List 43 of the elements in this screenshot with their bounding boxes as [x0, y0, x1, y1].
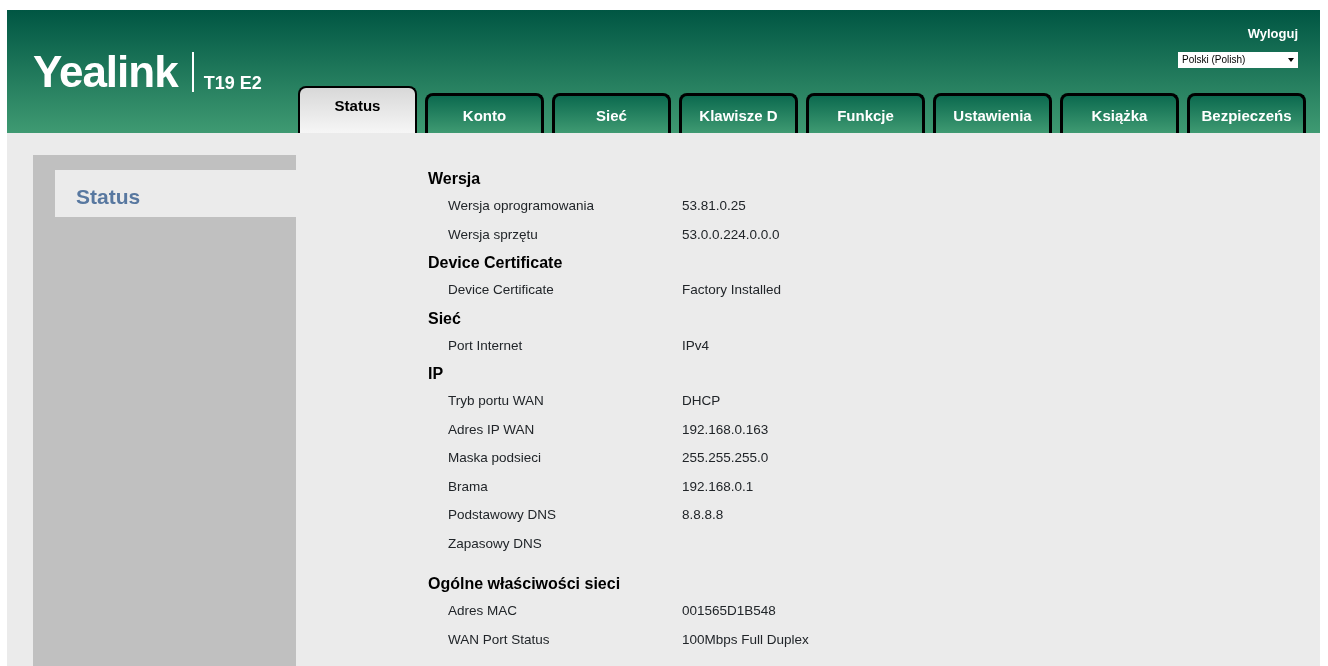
section-heading: IP	[428, 364, 445, 384]
field-value: DHCP	[682, 392, 721, 411]
nav-tab[interactable]: Funkcje	[806, 93, 925, 133]
field-label: WAN Port Status	[448, 630, 551, 649]
field-value: 53.0.0.224.0.0.0	[682, 225, 780, 244]
field-label: Adres MAC	[448, 602, 519, 621]
logo-divider	[191, 52, 194, 92]
field-value: 53.81.0.25	[682, 197, 746, 216]
language-select[interactable]: Polski (Polish)	[1178, 51, 1298, 68]
field-value: 8.8.8.8	[682, 506, 724, 525]
field-value: 100Mbps Full Duplex	[682, 630, 809, 649]
section-heading: Sieć	[428, 308, 462, 329]
field-label: Device Certificate	[448, 281, 555, 300]
nav-tab[interactable]: Konto	[425, 93, 544, 133]
section-heading: Device Certificate	[428, 253, 564, 273]
nav-tab[interactable]: Bezpieczeńs	[1187, 93, 1306, 133]
field-label: Tryb portu WAN	[448, 392, 545, 411]
field-value: 192.168.0.163	[682, 420, 769, 439]
field-label: Wersja oprogramowania	[448, 197, 596, 216]
field-label: Maska podsieci	[448, 449, 543, 468]
sidebar-item[interactable]: Status	[55, 170, 296, 217]
field-label: Adres IP WAN	[448, 420, 536, 439]
field-value: 192.168.0.1	[682, 477, 754, 496]
field-value: IPv4	[682, 336, 709, 355]
logo: Yealink	[33, 50, 178, 94]
model-name: T19 E2	[203, 72, 262, 92]
field-value: 001565D1B548	[682, 602, 776, 621]
field-value: 255.255.255.0	[682, 449, 769, 468]
field-label: Brama	[448, 477, 489, 496]
section-heading: Wersja	[428, 169, 482, 189]
nav-tab[interactable]: Ustawienia	[933, 93, 1052, 133]
section-heading: Ogólne właściwości sieci	[428, 574, 622, 594]
nav-tab[interactable]: Status	[298, 86, 417, 133]
nav-tab[interactable]: Książka	[1060, 93, 1179, 133]
field-label: Wersja sprzętu	[448, 225, 539, 244]
nav-tab[interactable]: Klawisze D	[679, 93, 798, 133]
field-value: Factory Installed	[682, 281, 782, 300]
caret-icon	[1288, 57, 1294, 62]
field-label: Zapasowy DNS	[448, 534, 543, 553]
nav-tab[interactable]: Sieć	[552, 93, 671, 133]
field-label: Podstawowy DNS	[448, 506, 558, 525]
logout-link[interactable]: Wyloguj	[1247, 24, 1298, 44]
field-label: Port Internet	[448, 336, 524, 355]
